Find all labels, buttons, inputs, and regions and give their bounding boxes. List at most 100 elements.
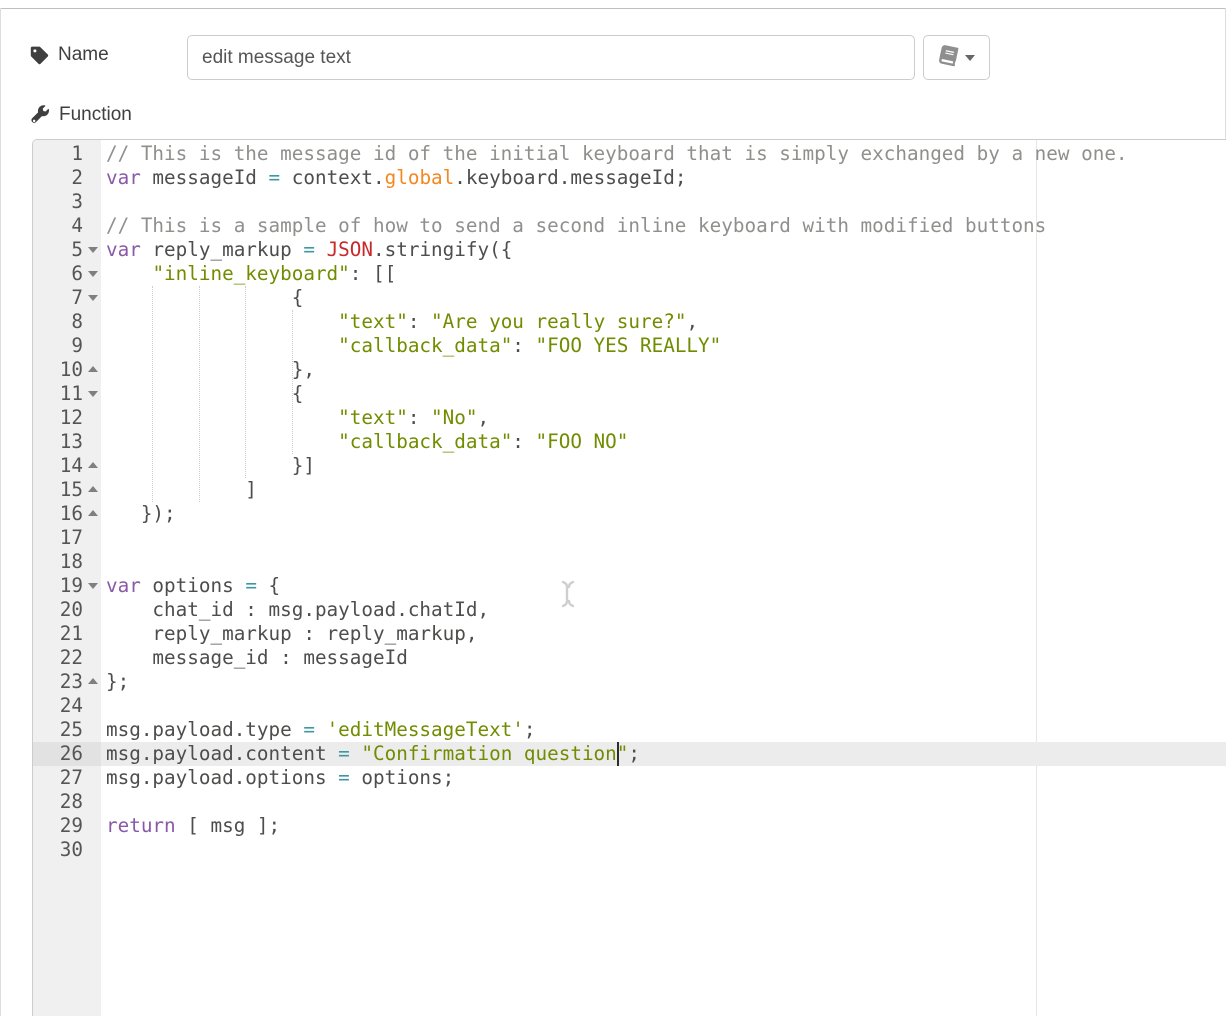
code-line[interactable]: message_id : messageId <box>101 646 1226 670</box>
code-line[interactable]: "callback_data": "FOO YES REALLY" <box>101 334 1226 358</box>
code-token: }; <box>106 670 129 693</box>
fold-open-icon[interactable] <box>88 247 98 253</box>
code-line[interactable] <box>101 526 1226 550</box>
code-line[interactable]: }); <box>101 502 1226 526</box>
fold-open-icon[interactable] <box>88 295 98 301</box>
code-token: "text" <box>338 310 408 333</box>
code-line[interactable]: msg.payload.type = 'editMessageText'; <box>101 718 1226 742</box>
code-token: "FOO NO" <box>536 430 629 453</box>
code-line[interactable]: }; <box>101 670 1226 694</box>
gutter-line-number: 23 <box>33 670 101 694</box>
code-line[interactable]: var messageId = context.global.keyboard.… <box>101 166 1226 190</box>
code-token: msg.payload.type <box>106 718 303 741</box>
code-line[interactable]: { <box>101 286 1226 310</box>
code-token: var <box>106 238 141 261</box>
code-token: : <box>408 406 431 429</box>
code-line[interactable]: chat_id : msg.payload.chatId, <box>101 598 1226 622</box>
code-line[interactable] <box>101 190 1226 214</box>
code-token: "Are you really sure?" <box>431 310 686 333</box>
code-line[interactable]: "callback_data": "FOO NO" <box>101 430 1226 454</box>
code-token: { <box>106 286 303 309</box>
code-line[interactable]: msg.payload.options = options; <box>101 766 1226 790</box>
code-line[interactable] <box>101 790 1226 814</box>
gutter-line-number: 24 <box>33 694 101 718</box>
code-token: }); <box>106 502 176 525</box>
code-line[interactable]: return [ msg ]; <box>101 814 1226 838</box>
gutter-line-number: 14 <box>33 454 101 478</box>
fold-close-icon[interactable] <box>88 486 98 492</box>
code-token <box>350 742 362 765</box>
wrench-icon <box>30 105 50 125</box>
code-token: = <box>338 742 350 765</box>
name-field-label: Name <box>30 44 109 66</box>
code-line[interactable]: "text": "No", <box>101 406 1226 430</box>
gutter-line-number: 21 <box>33 622 101 646</box>
book-icon <box>939 46 958 70</box>
gutter-line-number: 5 <box>33 238 101 262</box>
code-token: = <box>269 166 281 189</box>
fold-open-icon[interactable] <box>88 391 98 397</box>
code-token: options <box>141 574 245 597</box>
code-token: JSON <box>327 238 373 261</box>
gutter-line-number: 18 <box>33 550 101 574</box>
code-token: reply_markup : reply_markup, <box>106 622 477 645</box>
code-line[interactable] <box>101 550 1226 574</box>
code-token <box>315 238 327 261</box>
function-field-label: Function <box>30 104 132 126</box>
code-line[interactable]: { <box>101 382 1226 406</box>
gutter-line-number: 1 <box>33 142 101 166</box>
code-line[interactable]: "text": "Are you really sure?", <box>101 310 1226 334</box>
code-line[interactable]: var options = { <box>101 574 1226 598</box>
gutter-line-number: 26 <box>33 742 101 766</box>
code-line[interactable]: msg.payload.content = "Confirmation ques… <box>101 742 1226 766</box>
code-token: 'editMessageText' <box>327 718 524 741</box>
code-token: , <box>477 406 489 429</box>
code-line[interactable]: var reply_markup = JSON.stringify({ <box>101 238 1226 262</box>
code-line[interactable]: // This is the message id of the initial… <box>101 142 1226 166</box>
text-caret <box>617 742 619 766</box>
gutter-line-number: 4 <box>33 214 101 238</box>
fold-close-icon[interactable] <box>88 366 98 372</box>
gutter-line-number: 30 <box>33 838 101 862</box>
name-label-text: Name <box>58 44 109 66</box>
fold-close-icon[interactable] <box>88 678 98 684</box>
function-node-edit-dialog: Name Function 12345678910111213141516171… <box>0 0 1226 1016</box>
fold-open-icon[interactable] <box>88 583 98 589</box>
dialog-top-border <box>0 8 1226 9</box>
code-token: : <box>408 310 431 333</box>
code-editor[interactable]: 1234567891011121314151617181920212223242… <box>32 139 1226 1016</box>
code-token <box>315 718 327 741</box>
code-line[interactable]: ] <box>101 478 1226 502</box>
name-input[interactable] <box>187 35 915 80</box>
code-line[interactable]: reply_markup : reply_markup, <box>101 622 1226 646</box>
fold-open-icon[interactable] <box>88 271 98 277</box>
fold-close-icon[interactable] <box>88 462 98 468</box>
gutter-line-number: 11 <box>33 382 101 406</box>
fold-close-icon[interactable] <box>88 510 98 516</box>
code-token: : [[ <box>350 262 396 285</box>
editor-gutter: 1234567891011121314151617181920212223242… <box>33 140 101 1016</box>
code-token <box>106 430 338 453</box>
code-token: return <box>106 814 176 837</box>
gutter-line-number: 28 <box>33 790 101 814</box>
code-line[interactable]: }, <box>101 358 1226 382</box>
gutter-line-number: 2 <box>33 166 101 190</box>
gutter-line-number: 16 <box>33 502 101 526</box>
code-token: msg.payload.content <box>106 742 338 765</box>
editor-code-area[interactable]: // This is the message id of the initial… <box>101 140 1226 1016</box>
gutter-line-number: 8 <box>33 310 101 334</box>
code-line[interactable] <box>101 694 1226 718</box>
code-token: context. <box>280 166 384 189</box>
code-line[interactable]: "inline_keyboard": [[ <box>101 262 1226 286</box>
code-line[interactable]: // This is a sample of how to send a sec… <box>101 214 1226 238</box>
code-token: msg.payload.options <box>106 766 338 789</box>
gutter-line-number: 22 <box>33 646 101 670</box>
code-token: = <box>245 574 257 597</box>
code-line[interactable]: }] <box>101 454 1226 478</box>
code-token: // This is the message id of the initial… <box>106 142 1128 165</box>
code-token: // This is a sample of how to send a sec… <box>106 214 1046 237</box>
library-button[interactable] <box>923 35 990 80</box>
gutter-line-number: 6 <box>33 262 101 286</box>
code-token: "callback_data" <box>338 334 512 357</box>
code-line[interactable] <box>101 838 1226 862</box>
